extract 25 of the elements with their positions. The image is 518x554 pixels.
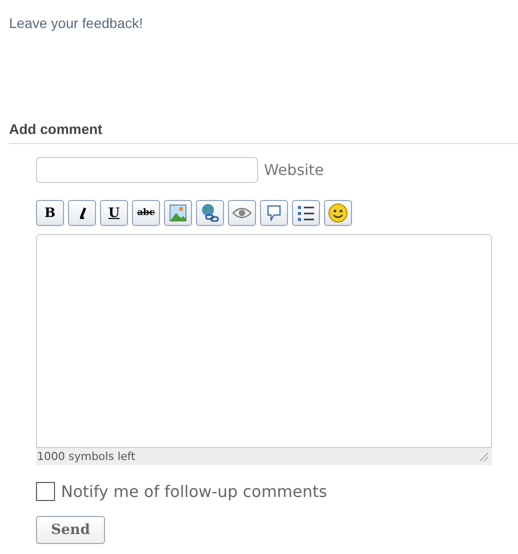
link-button[interactable] bbox=[196, 200, 224, 226]
italic-button[interactable] bbox=[68, 200, 96, 226]
smiley-button[interactable] bbox=[324, 200, 352, 226]
underline-button[interactable]: U bbox=[100, 200, 128, 226]
list-button[interactable] bbox=[292, 200, 320, 226]
speech-bubble-icon bbox=[267, 205, 281, 221]
image-icon bbox=[169, 204, 187, 222]
notify-label: Notify me of follow-up comments bbox=[61, 482, 328, 501]
section-title: Add comment bbox=[9, 121, 518, 144]
eye-button[interactable] bbox=[228, 200, 256, 226]
website-field[interactable] bbox=[36, 157, 258, 183]
globe-link-icon bbox=[200, 203, 220, 223]
eye-icon bbox=[232, 207, 252, 219]
symbols-counter: 1000 symbols left bbox=[37, 450, 136, 463]
numbered-list-icon bbox=[297, 204, 315, 222]
website-label: Website bbox=[264, 161, 324, 179]
notify-checkbox[interactable] bbox=[36, 482, 55, 501]
strike-button[interactable]: abc bbox=[132, 200, 160, 226]
send-button[interactable]: Send bbox=[36, 516, 105, 544]
resize-handle-icon[interactable] bbox=[479, 452, 489, 462]
bubble-button[interactable] bbox=[260, 200, 288, 226]
intro-text: Leave your feedback! bbox=[9, 15, 144, 33]
smiley-icon bbox=[328, 203, 348, 223]
bold-button[interactable]: B bbox=[36, 200, 64, 226]
image-button[interactable] bbox=[164, 200, 192, 226]
